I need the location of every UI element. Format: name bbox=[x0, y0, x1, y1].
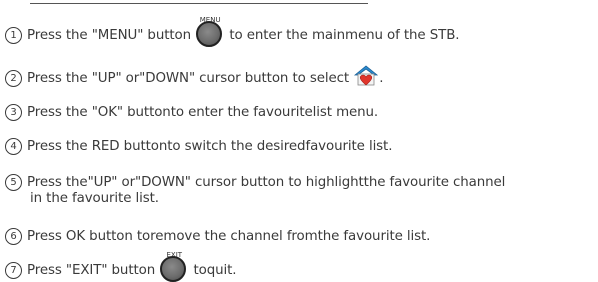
top-rule bbox=[30, 3, 368, 4]
step-5-continuation: in the favourite list. bbox=[30, 191, 159, 206]
step-text: Press "EXIT" button bbox=[27, 263, 156, 278]
step-number: 5 bbox=[5, 174, 22, 191]
step-number: 6 bbox=[5, 228, 22, 245]
step-number: 7 bbox=[5, 262, 22, 279]
menu-button-icon bbox=[196, 21, 223, 47]
exit-button-icon bbox=[160, 256, 187, 282]
step-text: toquit. bbox=[193, 263, 237, 278]
step-7: 7 Press "EXIT" button EXIT toquit. bbox=[5, 251, 237, 282]
menu-button: MENU bbox=[195, 16, 225, 47]
step-text: Press OK button toremove the channel fro… bbox=[27, 229, 431, 244]
step-5: 5 Press the"UP" or"DOWN" cursor button to… bbox=[5, 174, 505, 191]
step-text: Press the "OK" buttonto enter the favour… bbox=[27, 105, 379, 120]
step-number: 3 bbox=[5, 104, 22, 121]
step-text: Press the "MENU" button bbox=[27, 28, 192, 43]
step-text: to enter the mainmenu of the STB. bbox=[229, 28, 460, 43]
step-text: . bbox=[379, 71, 384, 86]
exit-button: EXIT bbox=[159, 251, 189, 282]
step-3: 3 Press the "OK" buttonto enter the favou… bbox=[5, 104, 378, 121]
step-text: Press the RED buttonto switch the desire… bbox=[27, 139, 393, 154]
step-number: 1 bbox=[5, 27, 22, 44]
step-2: 2 Press the "UP" or"DOWN" cursor button t… bbox=[5, 65, 384, 87]
step-number: 4 bbox=[5, 138, 22, 155]
step-number: 2 bbox=[5, 70, 22, 87]
step-text: Press the "UP" or"DOWN" cursor button to… bbox=[27, 71, 350, 86]
step-1: 1 Press the "MENU" button MENU to enter t… bbox=[5, 16, 460, 47]
step-6: 6 Press OK button toremove the channel fr… bbox=[5, 228, 430, 245]
step-4: 4 Press the RED buttonto switch the desir… bbox=[5, 138, 392, 155]
step-text: Press the"UP" or"DOWN" cursor button to … bbox=[27, 175, 506, 190]
favourite-house-heart-icon bbox=[354, 65, 379, 86]
